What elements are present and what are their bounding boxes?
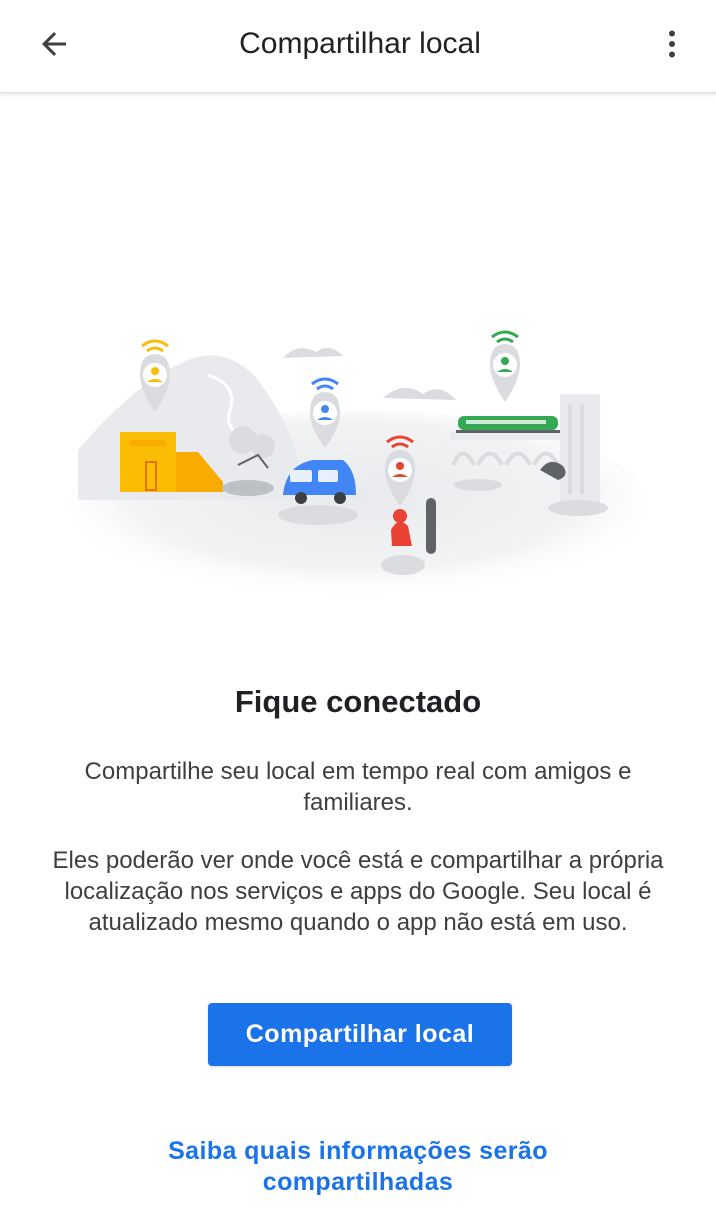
heading: Fique conectado xyxy=(234,684,482,719)
cloud-shape xyxy=(283,347,343,358)
green-location-pin xyxy=(490,330,520,402)
description-text: Compartilhe seu local em tempo real com … xyxy=(84,758,632,816)
page-title: Compartilhar local xyxy=(239,27,481,60)
privacy-description-text: Eles poderão ver onde você está e compar… xyxy=(52,847,664,936)
learn-more-link[interactable]: Saiba quais informações serão compartilh… xyxy=(100,1136,616,1198)
back-button[interactable] xyxy=(22,16,86,72)
more-options-button[interactable] xyxy=(648,18,696,70)
location-sharing-screen: Compartilhar local Fique conectado Compa… xyxy=(0,0,716,1232)
top-app-bar: Compartilhar local xyxy=(0,0,716,93)
arrow-back-icon xyxy=(42,32,66,56)
cloud-shape xyxy=(383,387,456,400)
share-location-button[interactable]: Compartilhar local xyxy=(208,1003,512,1066)
location-sharing-illustration xyxy=(68,330,648,600)
more-vert-icon xyxy=(669,30,675,58)
